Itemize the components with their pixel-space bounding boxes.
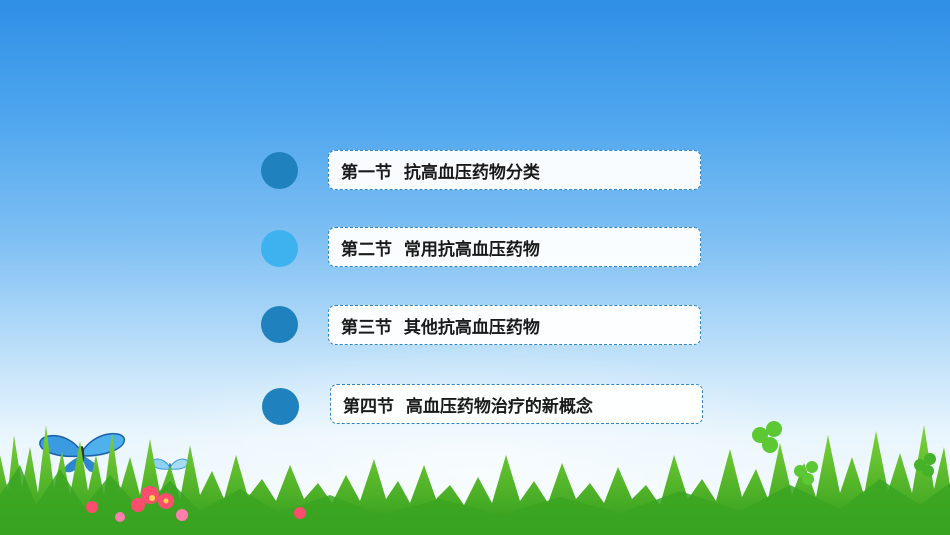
agenda-item-label: 第三节 其他抗高血压药物: [341, 317, 540, 338]
agenda-item-label: 第一节 抗高血压药物分类: [341, 162, 540, 183]
agenda-item-2[interactable]: 第二节 常用抗高血压药物: [328, 227, 701, 267]
agenda-item-label: 第二节 常用抗高血压药物: [341, 239, 540, 260]
agenda-item-3[interactable]: 第三节 其他抗高血压药物: [328, 305, 701, 345]
bullet-dot-2: [261, 230, 298, 267]
grass-border: [0, 421, 950, 535]
agenda-item-1[interactable]: 第一节 抗高血压药物分类: [328, 150, 701, 190]
bullet-dot-1: [261, 152, 298, 189]
bullet-dot-3: [261, 306, 298, 343]
